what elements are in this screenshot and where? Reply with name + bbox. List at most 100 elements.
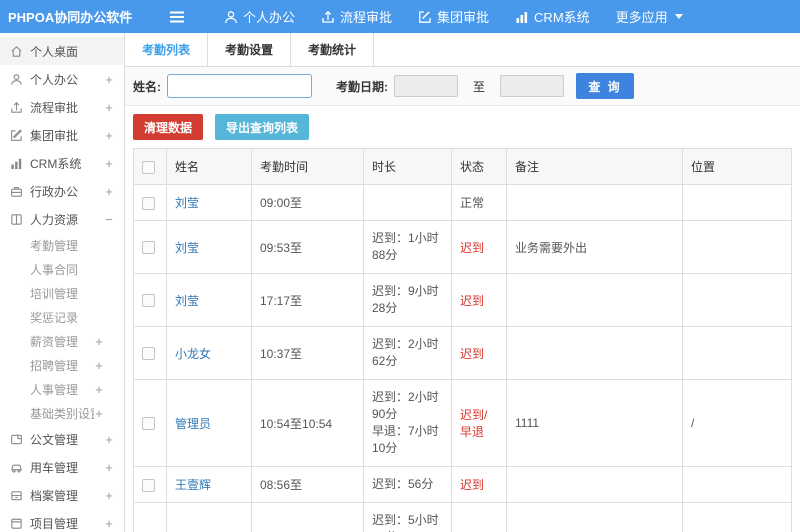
employee-name-link[interactable]: 小龙女 <box>175 347 211 361</box>
expand-indicator[interactable]: + <box>104 488 114 503</box>
tab-attendance-statistics[interactable]: 考勤统计 <box>291 33 375 66</box>
tab-attendance-list[interactable]: 考勤列表 <box>125 33 209 66</box>
date-start-input[interactable] <box>394 75 458 97</box>
sidebar-subitem-recruitment-management[interactable]: 招聘管理 + <box>0 353 124 377</box>
edit-icon <box>10 128 23 142</box>
caret-down-icon <box>674 14 683 19</box>
expand-indicator[interactable]: + <box>104 156 114 171</box>
row-checkbox[interactable] <box>142 417 155 431</box>
tab-attendance-settings[interactable]: 考勤设置 <box>208 33 292 66</box>
expand-indicator[interactable]: + <box>104 432 114 447</box>
expand-indicator[interactable]: + <box>104 516 114 531</box>
expand-indicator[interactable]: + <box>94 406 104 421</box>
archive-icon <box>10 489 23 502</box>
employee-name-link[interactable]: 管理员 <box>175 417 211 431</box>
duration-line: 迟到：9小时28分 <box>372 284 439 315</box>
sidebar-item-label: 个人办公 <box>30 72 79 87</box>
expand-indicator[interactable]: + <box>104 460 114 475</box>
table-header-row: 姓名 考勤时间 时长 状态 备注 位置 <box>133 148 792 185</box>
name-input[interactable] <box>167 74 312 98</box>
main-content: 考勤列表 考勤设置 考勤统计 姓名: 考勤日期: 至 查 询 清理数据 导出查询… <box>125 33 800 532</box>
employee-name-link[interactable]: 王壹辉 <box>175 478 211 492</box>
remark-text <box>506 184 683 221</box>
remark-text <box>506 466 683 503</box>
select-all-checkbox[interactable] <box>142 160 155 174</box>
filter-bar: 姓名: 考勤日期: 至 查 询 <box>125 67 800 106</box>
query-button[interactable]: 查 询 <box>576 73 635 99</box>
table-row: 刘莹 09:00至 正常 <box>133 184 792 221</box>
edit-icon <box>418 10 432 24</box>
sidebar-subitem-attendance-management[interactable]: 考勤管理 <box>0 233 124 257</box>
sidebar-item-human-resources[interactable]: 人力资源 − <box>0 205 124 233</box>
topnav-workflow-approval[interactable]: 流程审批 <box>308 7 405 26</box>
sidebar-subitem-label: 基础类别设置 <box>30 406 94 421</box>
document-icon <box>10 433 23 446</box>
remark-text: 1111 <box>506 379 683 467</box>
sidebar-subitem-hr-contract[interactable]: 人事合同 <box>0 257 124 281</box>
expand-indicator[interactable]: + <box>104 184 114 199</box>
topnav-personal-office[interactable]: 个人办公 <box>211 7 308 26</box>
row-checkbox[interactable] <box>142 241 155 255</box>
sidebar-item-personal-office[interactable]: 个人办公 + <box>0 65 124 93</box>
topnav-label: 个人办公 <box>243 10 296 25</box>
remark-text <box>506 502 683 532</box>
sidebar-item-project-management[interactable]: 项目管理 + <box>0 509 124 532</box>
topnav-crm-system[interactable]: CRM系统 <box>502 7 603 26</box>
flow-icon <box>10 101 23 114</box>
date-end-input[interactable] <box>500 75 565 97</box>
sidebar-subitem-label: 培训管理 <box>30 286 79 301</box>
sidebar-subitem-reward-punishment[interactable]: 奖惩记录 <box>0 305 124 329</box>
sidebar-item-personal-desktop[interactable]: 个人桌面 <box>0 37 124 65</box>
location-text: / <box>682 379 792 467</box>
sidebar-item-document-management[interactable]: 公文管理 + <box>0 425 124 453</box>
sidebar-subitem-basic-category-settings[interactable]: 基础类别设置 + <box>0 401 124 425</box>
sidebar-item-group-approval[interactable]: 集团审批 + <box>0 121 124 149</box>
row-checkbox[interactable] <box>142 478 155 492</box>
table-row: 黄蓉 13:20至13:20 迟到：5小时33分 早退：4小时67分 迟到/早退… <box>133 502 792 532</box>
col-header-time: 考勤时间 <box>251 148 364 185</box>
remark-text: 业务需要外出 <box>506 220 683 274</box>
export-list-button[interactable]: 导出查询列表 <box>215 114 310 140</box>
col-header-status: 状态 <box>451 148 507 185</box>
sidebar-subitem-label: 奖惩记录 <box>30 310 79 325</box>
sidebar-item-label: CRM系统 <box>30 156 82 171</box>
topnav-label: CRM系统 <box>534 10 590 25</box>
sidebar-subitem-training-management[interactable]: 培训管理 <box>0 281 124 305</box>
location-text <box>682 273 792 327</box>
sidebar-item-crm-system[interactable]: CRM系统 + <box>0 149 124 177</box>
sidebar-item-label: 档案管理 <box>30 488 79 503</box>
expand-indicator[interactable]: + <box>104 72 114 87</box>
employee-name-link[interactable]: 刘莹 <box>175 196 199 210</box>
user-icon <box>224 10 238 24</box>
sidebar: 个人桌面 个人办公 + 流程审批 + 集团审批 + CRM系统 + 行政办公 + <box>0 33 125 532</box>
expand-indicator[interactable]: + <box>94 382 104 397</box>
sidebar-item-admin-office[interactable]: 行政办公 + <box>0 177 124 205</box>
collapse-indicator[interactable]: − <box>104 212 114 227</box>
sidebar-subitem-salary-management[interactable]: 薪资管理 + <box>0 329 124 353</box>
sidebar-subitem-personnel-management[interactable]: 人事管理 + <box>0 377 124 401</box>
expand-indicator[interactable]: + <box>94 334 104 349</box>
attendance-table: 姓名 考勤时间 时长 状态 备注 位置 刘莹 09:00至 正常 刘莹 09:5… <box>133 148 792 532</box>
topnav-group-approval[interactable]: 集团审批 <box>405 7 502 26</box>
menu-toggle-icon[interactable] <box>169 10 185 24</box>
status-text: 迟到/早退 <box>451 379 507 467</box>
topnav-more-apps[interactable]: 更多应用 <box>603 7 696 26</box>
clean-data-button[interactable]: 清理数据 <box>133 114 204 140</box>
expand-indicator[interactable]: + <box>104 100 114 115</box>
action-buttons: 清理数据 导出查询列表 <box>125 106 800 146</box>
row-checkbox[interactable] <box>142 294 155 308</box>
employee-name-link[interactable]: 刘莹 <box>175 241 199 255</box>
duration-line: 迟到：56分 <box>372 477 434 491</box>
status-text: 迟到 <box>451 326 507 380</box>
expand-indicator[interactable]: + <box>94 358 104 373</box>
expand-indicator[interactable]: + <box>104 128 114 143</box>
employee-name-link[interactable]: 刘莹 <box>175 294 199 308</box>
row-checkbox[interactable] <box>142 347 155 361</box>
attendance-time: 08:56至 <box>251 466 364 503</box>
sidebar-item-archive-management[interactable]: 档案管理 + <box>0 481 124 509</box>
row-checkbox[interactable] <box>142 196 155 210</box>
sidebar-item-label: 公文管理 <box>30 432 79 447</box>
sidebar-item-vehicle-management[interactable]: 用车管理 + <box>0 453 124 481</box>
col-header-name: 姓名 <box>166 148 252 185</box>
sidebar-item-workflow-approval[interactable]: 流程审批 + <box>0 93 124 121</box>
